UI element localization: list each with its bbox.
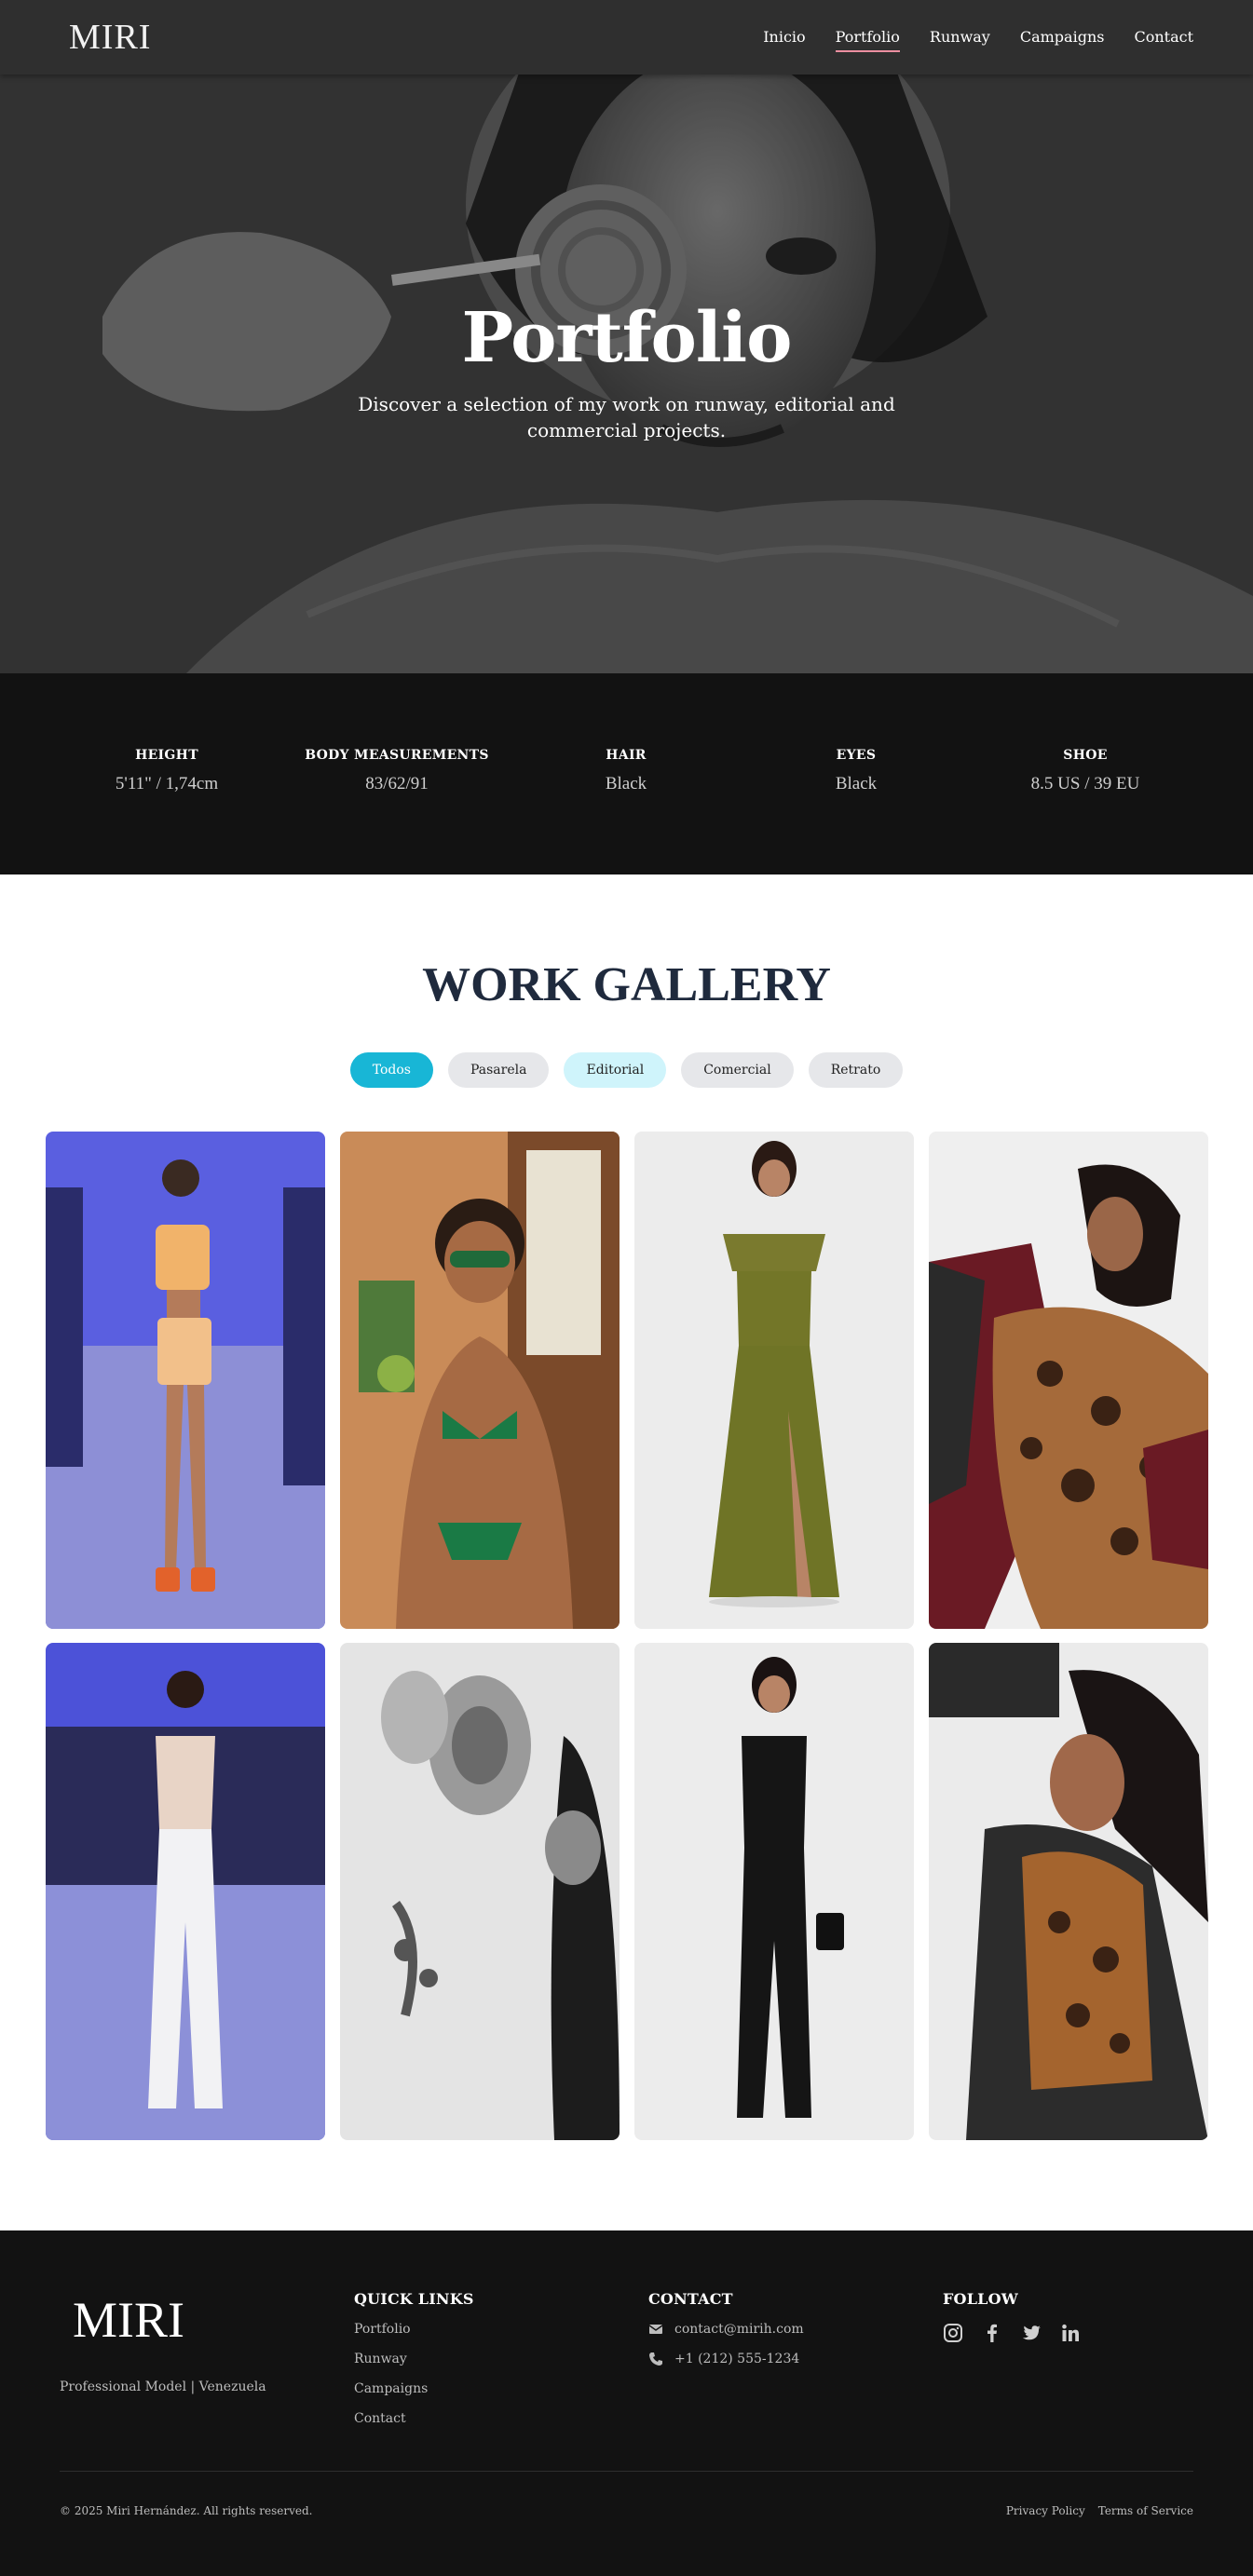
black-jumpsuit-photo — [634, 1643, 914, 2140]
nav-links: Inicio Portfolio Runway Campaigns Contac… — [763, 26, 1193, 52]
bikini-sunglasses-photo — [340, 1132, 620, 1629]
footer-link-contact[interactable]: Contact — [354, 2410, 474, 2427]
twitter-icon[interactable] — [1021, 2323, 1042, 2343]
footer-quick-links: QUICK LINKS Portfolio Runway Campaigns C… — [354, 2290, 474, 2427]
stat-hair: HAIR Black — [510, 748, 742, 794]
leopard-print-dress-photo — [929, 1132, 1208, 1629]
instagram-icon[interactable] — [943, 2323, 963, 2343]
filter-todos-button[interactable]: Todos — [349, 1052, 433, 1088]
terms-of-service-link[interactable]: Terms of Service — [1098, 2504, 1193, 2517]
stat-body-measurements: BODY MEASUREMENTS 83/62/91 — [280, 748, 513, 794]
footer-link-runway[interactable]: Runway — [354, 2351, 474, 2367]
footer-link-campaigns[interactable]: Campaigns — [354, 2380, 474, 2397]
runway-crochet-outfit-photo — [46, 1132, 325, 1629]
nav-link-portfolio[interactable]: Portfolio — [835, 26, 900, 52]
page-title: Portfolio — [461, 298, 793, 378]
site-logo[interactable]: MIRI — [69, 17, 151, 58]
top-navigation-bar: MIRI Inicio Portfolio Runway Campaigns C… — [0, 0, 1253, 75]
stat-value: Black — [835, 774, 878, 793]
legal-links: Privacy Policy Terms of Service — [1006, 2504, 1193, 2517]
footer-follow: FOLLOW — [943, 2290, 1081, 2343]
footer-logo[interactable]: MIRI — [73, 2292, 184, 2348]
stat-label: BODY MEASUREMENTS — [305, 748, 489, 763]
filter-retrato-button[interactable]: Retrato — [808, 1052, 904, 1088]
stat-label: HEIGHT — [135, 748, 198, 763]
filter-pasarela-button[interactable]: Pasarela — [447, 1052, 550, 1088]
nav-link-runway[interactable]: Runway — [930, 26, 990, 52]
filter-comercial-button[interactable]: Comercial — [681, 1052, 794, 1088]
follow-heading: FOLLOW — [943, 2290, 1018, 2308]
runway-white-jumpsuit-photo — [46, 1643, 325, 2140]
copyright-text: © 2025 Miri Hernández. All rights reserv… — [60, 2504, 313, 2517]
gallery-item-olive-gown[interactable] — [634, 1132, 914, 1629]
phone-icon — [649, 2352, 662, 2366]
stat-value: 83/62/91 — [365, 774, 429, 793]
hero-subtitle: Discover a selection of my work on runwa… — [358, 393, 895, 441]
gallery-title: WORK GALLERY — [422, 958, 831, 1011]
gallery-item-runway-crochet[interactable] — [46, 1132, 325, 1629]
social-links — [943, 2323, 1081, 2343]
stat-value: Black — [605, 774, 647, 793]
olive-satin-gown-photo — [634, 1132, 914, 1629]
contact-email[interactable]: contact@mirih.com — [648, 2321, 804, 2338]
gallery-item-runway-white[interactable] — [46, 1643, 325, 2140]
contact-heading: CONTACT — [648, 2290, 733, 2308]
facebook-icon[interactable] — [982, 2323, 1002, 2343]
email-text: contact@mirih.com — [674, 2322, 804, 2337]
stat-value: 5'11" / 1,74cm — [115, 774, 219, 793]
footer-link-portfolio[interactable]: Portfolio — [354, 2321, 474, 2338]
stat-value: 8.5 US / 39 EU — [1030, 774, 1140, 793]
envelope-icon — [648, 2325, 663, 2334]
site-footer: MIRI Professional Model | Venezuela QUIC… — [0, 2230, 1253, 2576]
denim-jacket-leopard-top-photo — [929, 1643, 1208, 2140]
privacy-policy-link[interactable]: Privacy Policy — [1006, 2504, 1085, 2517]
stat-label: EYES — [836, 748, 877, 763]
gallery-filter-bar: Todos Pasarela Editorial Comercial Retra… — [0, 1052, 1253, 1088]
stat-label: HAIR — [606, 748, 647, 763]
quick-links-heading: QUICK LINKS — [354, 2290, 474, 2308]
stat-label: SHOE — [1063, 748, 1108, 763]
gallery-item-leopard-dress[interactable] — [929, 1132, 1208, 1629]
gallery-item-bw-portrait[interactable] — [340, 1643, 620, 2140]
black-and-white-portrait-photo — [340, 1643, 620, 2140]
footer-divider — [60, 2471, 1193, 2472]
gallery-item-bikini[interactable] — [340, 1132, 620, 1629]
nav-link-contact[interactable]: Contact — [1134, 26, 1193, 52]
contact-phone[interactable]: +1 (212) 555-1234 — [648, 2351, 804, 2367]
phone-text: +1 (212) 555-1234 — [674, 2352, 800, 2366]
linkedin-icon[interactable] — [1060, 2323, 1081, 2343]
footer-tagline: Professional Model | Venezuela — [60, 2379, 266, 2394]
model-stats-bar: HEIGHT 5'11" / 1,74cm BODY MEASUREMENTS … — [0, 673, 1253, 874]
stat-eyes: EYES Black — [740, 748, 973, 794]
stat-height: HEIGHT 5'11" / 1,74cm — [50, 748, 283, 794]
stat-shoe: SHOE 8.5 US / 39 EU — [969, 748, 1202, 794]
gallery-item-denim-jacket[interactable] — [929, 1643, 1208, 2140]
footer-contact: CONTACT contact@mirih.com +1 (212) 555-1… — [648, 2290, 804, 2367]
nav-link-inicio[interactable]: Inicio — [763, 26, 805, 52]
nav-link-campaigns[interactable]: Campaigns — [1020, 26, 1105, 52]
hero-banner: Portfolio Discover a selection of my wor… — [0, 75, 1253, 673]
gallery-item-black-jumpsuit[interactable] — [634, 1643, 914, 2140]
filter-editorial-button[interactable]: Editorial — [564, 1052, 667, 1088]
